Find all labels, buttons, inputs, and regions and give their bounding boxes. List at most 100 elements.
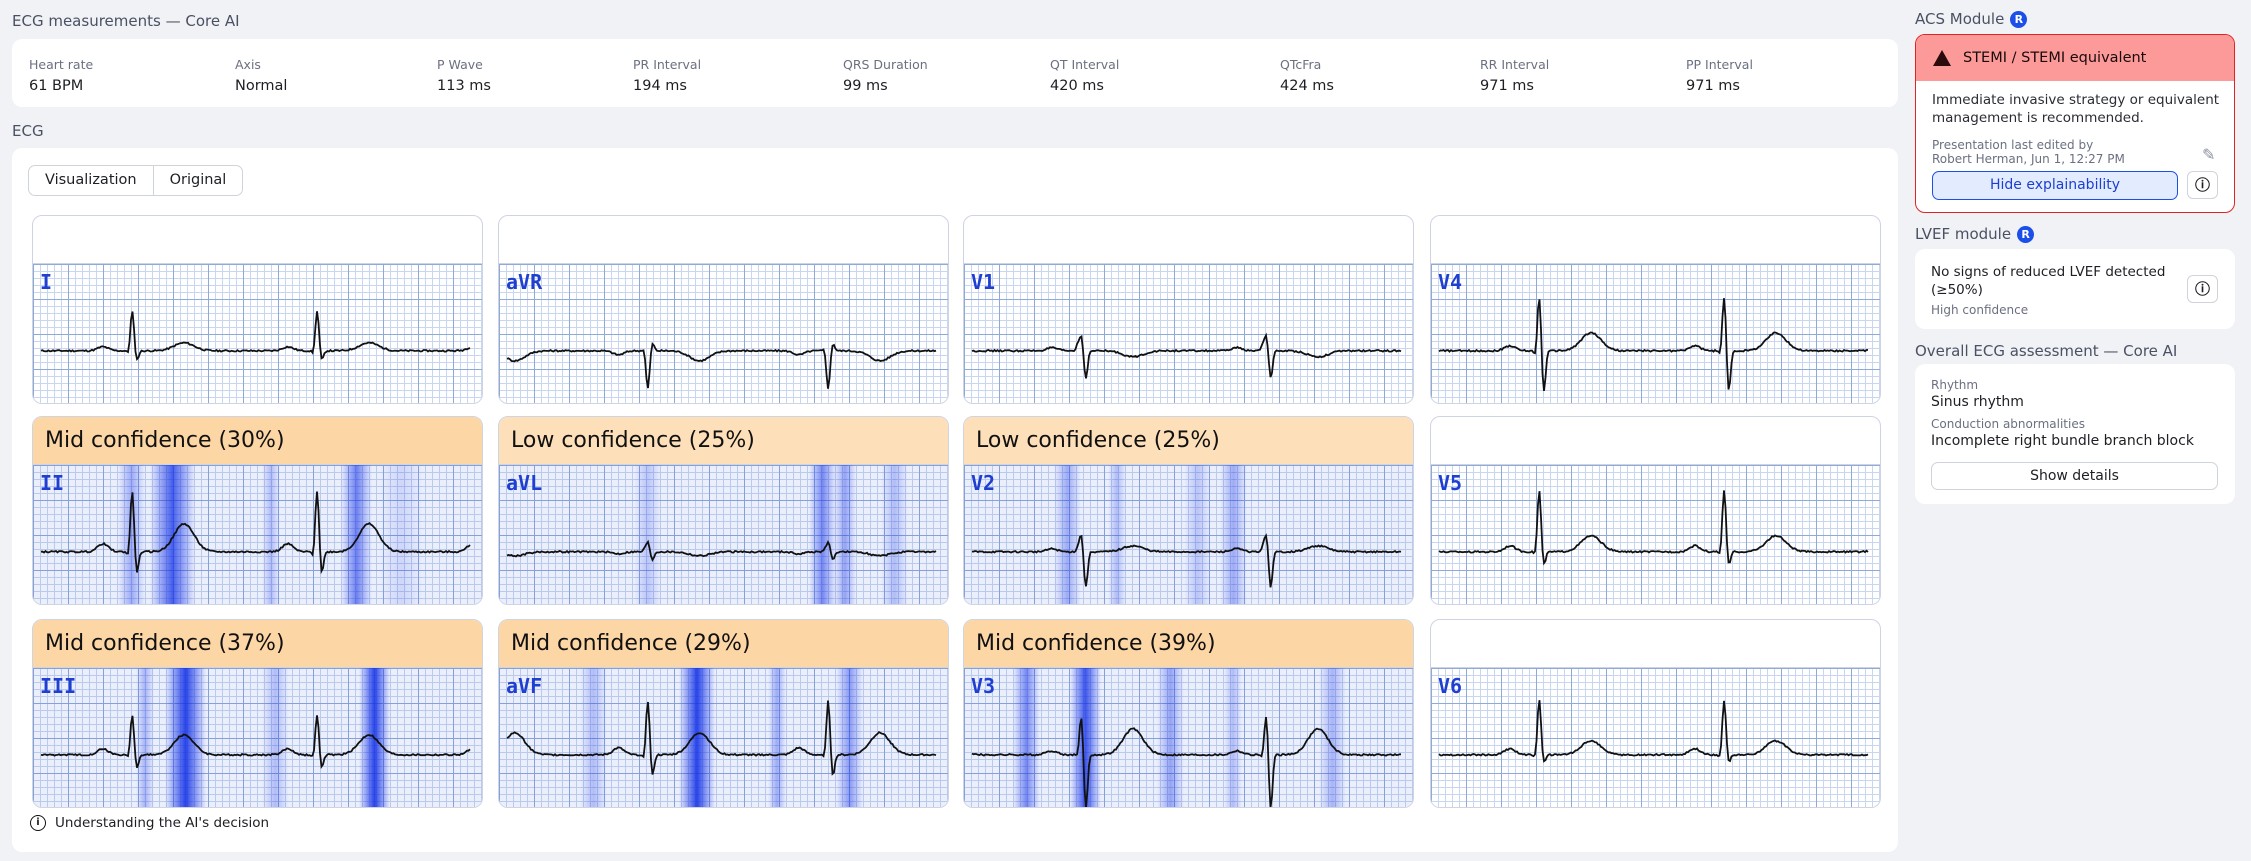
acs-edited: Presentation last edited by Robert Herma…	[1932, 138, 2125, 166]
warning-icon	[1933, 50, 1951, 66]
ecg-waveform	[971, 716, 1401, 807]
measurement-value: 61 BPM	[29, 78, 84, 94]
overall-title: Overall ECG assessment — Core AI	[1915, 342, 2178, 360]
acs-edited-line1: Presentation last edited by	[1932, 138, 2094, 152]
confidence-header	[964, 216, 1413, 264]
edit-pencil-icon[interactable]: ✎	[2202, 145, 2215, 164]
ecg-waveform	[1438, 298, 1869, 392]
ecg-panel-v4[interactable]: V4	[1430, 215, 1881, 404]
ecg-trace	[971, 716, 1401, 807]
confidence-header: Mid confidence (37%)	[33, 620, 482, 668]
measurements-title: ECG measurements — Core AI	[12, 12, 240, 30]
acs-edited-line2: Robert Herman, Jun 1, 12:27 PM	[1932, 152, 2125, 166]
measurement-value: 971 ms	[1480, 78, 1534, 94]
ecg-grid: V2	[964, 465, 1413, 604]
ecg-grid: V3	[964, 668, 1413, 807]
ecg-trace	[971, 332, 1402, 379]
confidence-header	[1431, 216, 1880, 264]
ecg-waveform	[1438, 490, 1869, 566]
ecg-waveform	[506, 341, 937, 389]
ecg-waveform	[506, 539, 937, 562]
confidence-header: Low confidence (25%)	[964, 417, 1413, 465]
measurement-label: PR Interval	[633, 57, 702, 72]
lvef-confidence: High confidence	[1931, 303, 2029, 317]
ecg-grid: I	[33, 264, 482, 403]
measurement-item: PR Interval 194 ms	[633, 57, 701, 94]
measurement-value: 424 ms	[1280, 78, 1334, 94]
acs-alert-text: STEMI / STEMI equivalent	[1963, 50, 2147, 66]
measurement-value: Normal	[235, 78, 288, 94]
lvef-info-button[interactable]: ⓘ	[2187, 275, 2218, 303]
confidence-header: Mid confidence (30%)	[33, 417, 482, 465]
ecg-panel-v6[interactable]: V6	[1430, 619, 1881, 808]
ecg-panel-i[interactable]: I	[32, 215, 483, 404]
measurement-label: Heart rate	[29, 57, 94, 72]
ecg-title: ECG	[12, 122, 44, 140]
info-icon: i	[30, 815, 46, 831]
ecg-trace	[506, 539, 937, 562]
lvef-r-badge: R	[2017, 225, 2035, 243]
view-toggle: Visualization Original	[28, 165, 244, 196]
measurement-label: QT Interval	[1050, 57, 1120, 72]
acs-title-text: ACS Module	[1915, 10, 2005, 28]
confidence-header	[1431, 417, 1880, 465]
measurement-item: QRS Duration 99 ms	[843, 57, 928, 94]
ecg-panel-ii[interactable]: Mid confidence (30%) II	[32, 416, 483, 605]
lvef-title-text: LVEF module	[1915, 225, 2012, 243]
measurement-item: Heart rate 61 BPM	[29, 57, 93, 94]
ecg-panel-v5[interactable]: V5	[1430, 416, 1881, 605]
ecg-panel-iii[interactable]: Mid confidence (37%) III	[32, 619, 483, 808]
acs-message: Immediate invasive strategy or equivalen…	[1932, 92, 2220, 126]
lvef-result: No signs of reduced LVEF detected (≥50%)	[1931, 264, 2166, 298]
ecg-panel-avr[interactable]: aVR	[498, 215, 949, 404]
measurement-value: 194 ms	[633, 78, 687, 94]
ecg-trace	[1438, 490, 1869, 566]
ecg-panel-v1[interactable]: V1	[963, 215, 1414, 404]
confidence-header: Mid confidence (39%)	[964, 620, 1413, 668]
ecg-panel-avl[interactable]: Low confidence (25%) aVL	[498, 416, 949, 605]
measurement-value: 420 ms	[1050, 78, 1104, 94]
ecg-trace	[40, 491, 471, 575]
ecg-panel-v2[interactable]: Low confidence (25%) V2	[963, 416, 1414, 605]
ecg-waveform	[971, 332, 1402, 379]
rhythm-label: Rhythm	[1931, 378, 1979, 392]
acs-title: ACS Module R	[1915, 10, 2028, 28]
ecg-waveform	[1438, 700, 1869, 763]
ecg-waveform	[506, 700, 937, 776]
acs-card: STEMI / STEMI equivalent Immediate invas…	[1915, 34, 2235, 213]
measurements-card: Heart rate 61 BPM Axis Normal P Wave 113 ms PR…	[12, 39, 1898, 107]
acs-r-badge: R	[2010, 10, 2028, 28]
ecg-waveform	[971, 533, 1402, 588]
ecg-grid: V4	[1431, 264, 1880, 403]
measurement-label: P Wave	[437, 57, 483, 72]
measurement-item: Axis Normal	[235, 57, 287, 94]
confidence-header: Mid confidence (29%)	[499, 620, 948, 668]
ecg-trace	[1438, 700, 1869, 763]
measurement-label: QTcFra	[1280, 57, 1322, 72]
ecg-panel-avf[interactable]: Mid confidence (29%) aVF	[498, 619, 949, 808]
confidence-header	[499, 216, 948, 264]
ecg-waveform	[40, 715, 471, 770]
ai-decision-label: Understanding the AI's decision	[55, 815, 270, 831]
show-details-button[interactable]: Show details	[1931, 462, 2218, 490]
measurement-value: 99 ms	[843, 78, 888, 94]
ai-decision-link[interactable]: i Understanding the AI's decision	[30, 815, 269, 831]
ai-info-button[interactable]: ⓘ	[2187, 171, 2218, 199]
rhythm-value: Sinus rhythm	[1931, 394, 2024, 410]
tab-original[interactable]: Original	[152, 166, 243, 195]
confidence-header	[33, 216, 482, 264]
measurement-item: P Wave 113 ms	[437, 57, 491, 94]
ecg-grid: aVF	[499, 668, 948, 807]
measurement-label: QRS Duration	[843, 57, 928, 72]
lvef-title: LVEF module R	[1915, 225, 2035, 243]
ecg-panel-v3[interactable]: Mid confidence (39%) V3	[963, 619, 1414, 808]
tab-visualization[interactable]: Visualization	[29, 166, 153, 195]
ecg-grid: aVR	[499, 264, 948, 403]
conduction-value: Incomplete right bundle branch block	[1931, 433, 2194, 449]
measurement-item: QT Interval 420 ms	[1050, 57, 1119, 94]
ecg-trace	[971, 533, 1402, 588]
ecg-trace	[40, 715, 471, 770]
ecg-card: Visualization Original i Understanding t…	[12, 148, 1898, 852]
ecg-grid: V1	[964, 264, 1413, 403]
hide-explainability-button[interactable]: Hide explainability	[1932, 171, 2178, 200]
